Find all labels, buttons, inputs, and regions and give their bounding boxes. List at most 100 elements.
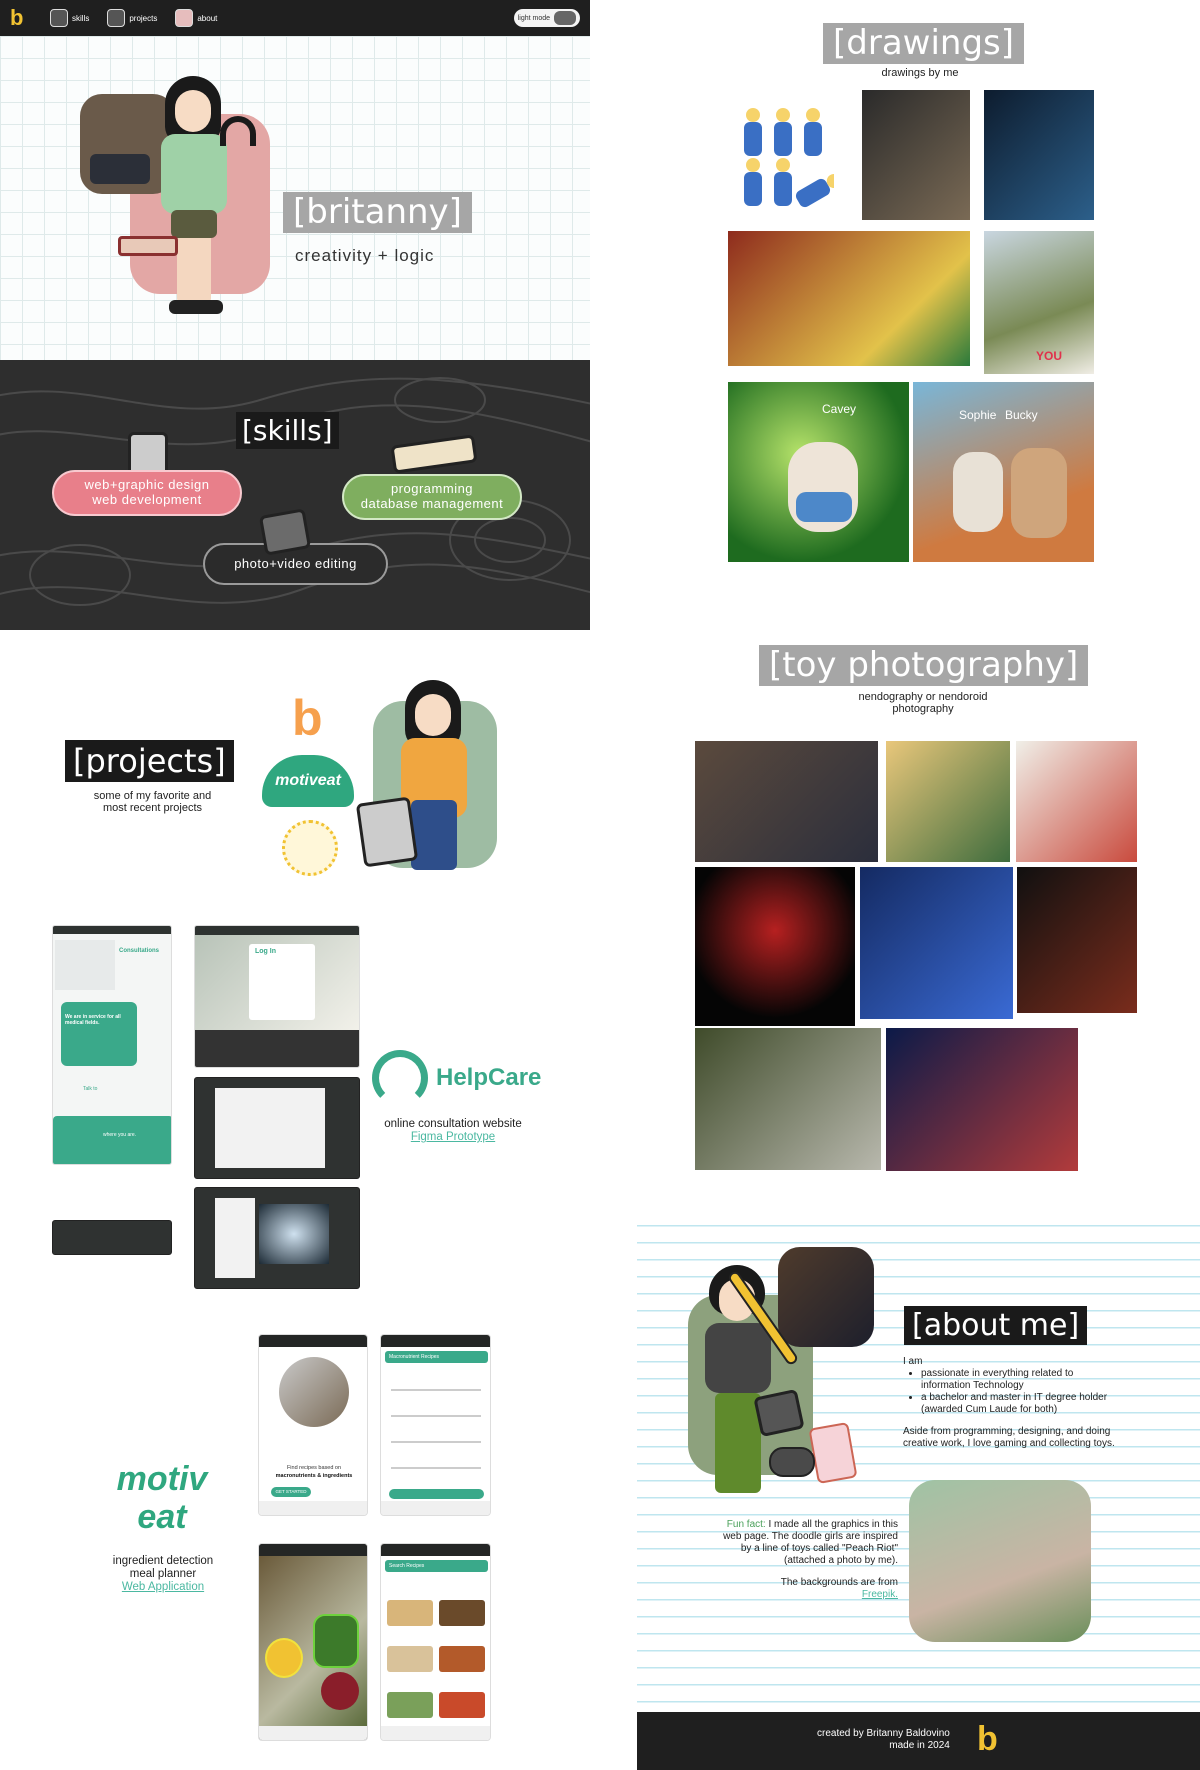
nav-item-projects[interactable]: projects [107,9,157,27]
skills-section: [skills] web+graphic design web developm… [0,360,590,630]
about-section [637,1225,1200,1712]
motiveat-home-screenshot[interactable]: Find recipes based on macronutrients & i… [258,1334,368,1516]
about-text: I am passionate in everything related to… [903,1356,1123,1450]
motiveat-logo: motiv eat [110,1460,214,1546]
keyboard-icon [118,236,178,256]
toy-photo-isabelle[interactable] [886,741,1010,862]
peach-riot-toys-photo [909,1480,1091,1642]
projects-subtitle-line: some of my favorite and [93,790,212,802]
about-intro: I am [903,1356,923,1367]
doodle-girl-illustration [155,76,245,326]
shot-text: Macronutrient Recipes [385,1351,488,1363]
motiveat-desc-line: ingredient detection [112,1555,214,1567]
shot-text: where you are. [103,1132,137,1138]
drawing-dog-cavey[interactable]: Cavey [728,382,909,562]
skill-line: database management [360,496,504,511]
toy-subtitle-line: nendography or nendoroid [858,691,988,703]
motiveat-brand: eat [137,1498,187,1536]
next-button[interactable] [389,1489,484,1499]
figure-box-icon [175,9,194,27]
drawing-diner[interactable] [728,231,970,366]
drawing-label: Sophie [959,408,997,422]
nav-item-about[interactable]: about [175,9,217,27]
about-title: [about me] [904,1306,1088,1345]
skill-line: programming [390,481,474,497]
motiveat-brand: motiv [116,1460,208,1498]
headset-icon [372,1050,428,1106]
shot-text: Log In [255,948,276,955]
motiveat-search-screenshot[interactable]: Search Recipes [380,1543,491,1741]
hero-title: [britanny] [283,192,472,234]
helpcare-dashboard-screenshot[interactable] [194,1077,360,1179]
helpcare-brand: HelpCare [436,1064,542,1091]
motiveat-description: ingredient detection meal planner Web Ap… [98,1555,228,1594]
chibi-figures-drawing [738,100,834,210]
about-bullet: passionate in everything related to info… [921,1368,1123,1392]
backgrounds-credit: The backgrounds are from [780,1577,898,1588]
b-logo-icon: b [292,690,323,746]
nav-label: skills [72,13,90,23]
drawings-subtitle: drawings by me [881,67,959,79]
helpcare-xray-screenshot[interactable] [194,1187,360,1289]
toy-photo-kirby[interactable] [1016,741,1137,862]
drawing-label: Bucky [1005,408,1038,422]
theme-toggle[interactable]: light mode [513,9,580,27]
skill-line: web development [92,492,202,507]
helpcare-login-screenshot[interactable]: Log In [194,925,360,1068]
motiveat-camera-screenshot[interactable] [258,1543,368,1741]
toy-photo-doomguy[interactable] [695,1028,881,1170]
drawing-label: Cavey [822,402,857,416]
drawing-couple[interactable]: YOU [984,231,1094,374]
top-nav: b skills projects about light mode [0,0,590,36]
doodle-girl-icon [50,9,68,27]
about-room-photo [778,1247,874,1347]
toggle-label: light mode [517,14,550,22]
figure-box-icon [808,1421,858,1485]
motiveat-webapp-link[interactable]: Web Application [98,1581,228,1594]
get-started-button[interactable]: GET STARTED [271,1487,311,1497]
shot-text: Talk to [83,1086,98,1092]
nav-item-skills[interactable]: skills [50,9,89,27]
skills-title: [skills] [236,412,339,449]
nav-label: about [197,13,218,23]
footer-logo[interactable]: b [977,1720,998,1759]
helpcare-figma-link[interactable]: Figma Prototype [372,1131,534,1143]
drawing-dogs-sophie-bucky[interactable]: Sophie Bucky [913,382,1094,562]
helpcare-logo: HelpCare [372,1050,541,1106]
drawing-portrait-1[interactable] [862,90,970,220]
toy-photo-miku[interactable] [695,741,878,862]
toy-photo-keanu[interactable] [1017,867,1137,1013]
hero-tagline: creativity + logic [295,246,435,265]
toy-photo-aloy[interactable] [860,867,1013,1019]
site-logo[interactable]: b [10,7,32,29]
footer-text: created by Britanny Baldovino made in 20… [817,1728,950,1752]
motiveat-badge-logo: motiveat [262,755,354,807]
gamepad-icon [554,11,576,25]
drawing-portal[interactable] [984,90,1094,220]
motiveat-macros-screenshot[interactable]: Macronutrient Recipes [380,1334,491,1516]
cat-badge-logo [282,820,338,876]
gameboy-icon [107,9,126,27]
freepik-link[interactable]: Freepik. [722,1589,898,1601]
toy-title: [toy photography] [759,645,1089,687]
skill-line: photo+video editing [234,555,357,571]
shot-text: Search Recipes [385,1560,488,1572]
toy-subtitle-line: photography [892,703,954,715]
helpcare-footer-screenshot[interactable] [52,1220,172,1255]
fun-fact-label: Fun fact: [726,1519,766,1530]
camera-icon [258,508,312,556]
skill-pill-programming: programming database management [342,474,522,520]
helpcare-landing-screenshot[interactable]: Consultations We are in service for all … [52,925,172,1165]
shot-text: macronutrients & ingredients [275,1473,353,1479]
hero-section: [britanny] creativity + logic [0,36,590,360]
helpcare-description: online consultation website [384,1118,522,1130]
skill-pill-design: web+graphic design web development [52,470,242,516]
footer: created by Britanny Baldovino made in 20… [637,1712,1200,1770]
toy-photo-vaultboy[interactable] [886,1028,1078,1171]
headset-icon [220,116,256,146]
projects-title: [projects] [65,740,234,782]
skill-line: web+graphic design [84,477,210,493]
shot-text: We are in service for all medical fields… [65,1014,121,1026]
toy-photo-bayonetta[interactable] [695,867,855,1026]
fun-fact-text: Fun fact: I made all the graphics in thi… [722,1519,898,1601]
